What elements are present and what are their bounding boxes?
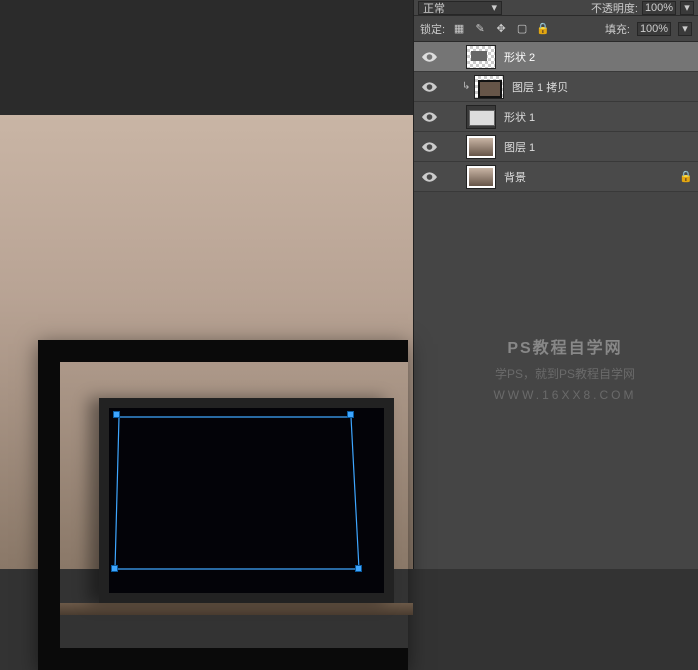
layer-name[interactable]: 形状 1 bbox=[500, 109, 698, 125]
visibility-toggle[interactable] bbox=[414, 82, 444, 92]
layer-name[interactable]: 图层 1 bbox=[500, 139, 698, 155]
eye-icon bbox=[422, 82, 437, 92]
layer-name[interactable]: 形状 2 bbox=[500, 49, 698, 65]
chevron-down-icon: ▾ bbox=[682, 22, 688, 35]
layer-row[interactable]: 图层 1 bbox=[414, 132, 698, 162]
opacity-label: 不透明度: bbox=[591, 0, 638, 16]
canvas-area[interactable] bbox=[0, 0, 413, 569]
blend-mode-dropdown[interactable]: 正常 ▾ bbox=[418, 1, 502, 15]
opacity-input[interactable]: 100% bbox=[642, 1, 676, 15]
clip-indicator-icon: ↳ bbox=[462, 81, 470, 92]
lock-all-icon[interactable]: 🔒 bbox=[536, 22, 550, 36]
layer-row[interactable]: 形状 1 bbox=[414, 102, 698, 132]
blend-mode-value: 正常 bbox=[423, 0, 445, 16]
blend-row: 正常 ▾ 不透明度: 100% ▾ bbox=[414, 0, 698, 16]
layer-row[interactable]: 形状 2 bbox=[414, 42, 698, 72]
watermark-title: PS教程自学网 bbox=[446, 335, 684, 364]
watermark-url: WWW.16XX8.COM bbox=[446, 385, 684, 407]
layer-thumbnail[interactable] bbox=[466, 45, 496, 69]
fill-dropdown[interactable]: ▾ bbox=[678, 22, 692, 36]
lock-icon: 🔒 bbox=[674, 170, 698, 183]
layer-thumbnail[interactable] bbox=[474, 75, 504, 99]
lock-row: 锁定: ▦ ✎ ✥ ▢ 🔒 填充: 100% ▾ bbox=[414, 16, 698, 42]
eye-icon bbox=[422, 172, 437, 182]
visibility-toggle[interactable] bbox=[414, 112, 444, 122]
visibility-toggle[interactable] bbox=[414, 172, 444, 182]
visibility-toggle[interactable] bbox=[414, 52, 444, 62]
opacity-dropdown[interactable]: ▾ bbox=[680, 1, 694, 15]
transform-selection[interactable] bbox=[113, 411, 363, 573]
eye-icon bbox=[422, 52, 437, 62]
layers-panel: 正常 ▾ 不透明度: 100% ▾ 锁定: ▦ ✎ ✥ ▢ 🔒 填充: 100%… bbox=[413, 0, 698, 569]
watermark: PS教程自学网 学PS，就到PS教程自学网 WWW.16XX8.COM bbox=[446, 335, 684, 407]
document-image bbox=[0, 115, 413, 569]
chevron-down-icon: ▾ bbox=[491, 1, 497, 14]
transform-handle-tr[interactable] bbox=[347, 411, 354, 418]
lock-brush-icon[interactable]: ✎ bbox=[473, 22, 487, 36]
layer-name[interactable]: 背景 bbox=[500, 169, 674, 185]
visibility-toggle[interactable] bbox=[414, 142, 444, 152]
lock-move-icon[interactable]: ✥ bbox=[494, 22, 508, 36]
fill-label: 填充: bbox=[605, 21, 630, 37]
shelf bbox=[60, 603, 413, 615]
layer-name[interactable]: 图层 1 拷贝 bbox=[508, 79, 698, 95]
eye-icon bbox=[422, 112, 437, 122]
chevron-down-icon: ▾ bbox=[684, 1, 690, 14]
layer-row[interactable]: 背景 🔒 bbox=[414, 162, 698, 192]
layer-thumbnail[interactable] bbox=[466, 105, 496, 129]
eye-icon bbox=[422, 142, 437, 152]
layer-thumbnail[interactable] bbox=[466, 135, 496, 159]
lock-label: 锁定: bbox=[420, 21, 445, 37]
lock-crop-icon[interactable]: ▢ bbox=[515, 22, 529, 36]
fill-input[interactable]: 100% bbox=[637, 22, 671, 36]
layer-thumbnail[interactable] bbox=[466, 165, 496, 189]
layer-row[interactable]: ↳ 图层 1 拷贝 bbox=[414, 72, 698, 102]
layer-list: 形状 2 ↳ 图层 1 拷贝 形状 1 bbox=[414, 42, 698, 569]
lock-transparent-icon[interactable]: ▦ bbox=[452, 22, 466, 36]
transform-handle-tl[interactable] bbox=[113, 411, 120, 418]
watermark-subtitle: 学PS，就到PS教程自学网 bbox=[446, 364, 684, 386]
